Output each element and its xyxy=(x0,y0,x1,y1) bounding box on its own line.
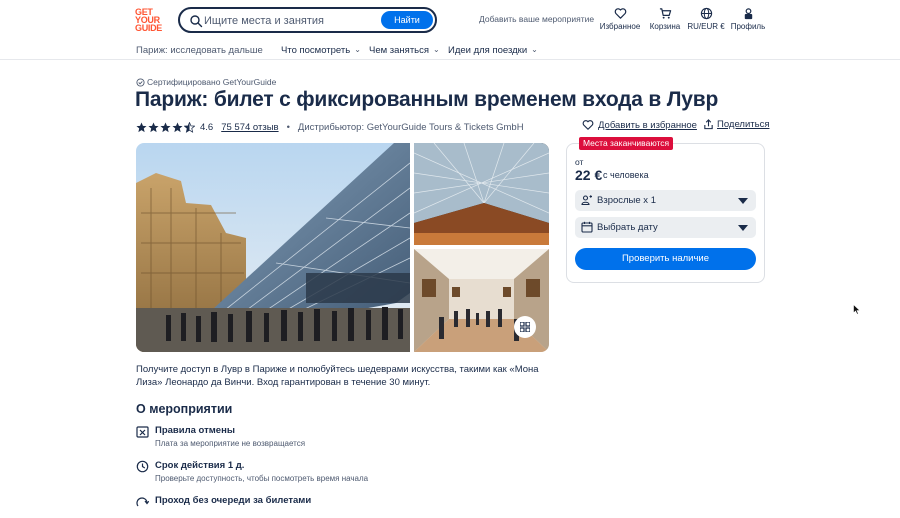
share-button[interactable]: Поделиться xyxy=(703,119,769,130)
grid-icon xyxy=(520,322,530,332)
half-star-icon xyxy=(184,121,195,133)
participants-icon xyxy=(581,195,592,206)
nav-label: Чем заняться xyxy=(369,45,430,56)
star-icon xyxy=(172,121,183,132)
date-value: Выбрать дату xyxy=(597,222,658,233)
page-title: Париж: билет с фиксированным временем вх… xyxy=(135,88,719,111)
calendar-icon xyxy=(581,221,593,233)
rating-row: 4.6 75 574 отзыв • Дистрибьютор: GetYour… xyxy=(136,120,524,134)
add-activity-link[interactable]: Добавить ваше мероприятие xyxy=(479,14,594,24)
globe-icon xyxy=(700,7,712,20)
pyramid-interior-image xyxy=(414,143,549,245)
search-icon xyxy=(190,15,203,28)
breadcrumb[interactable]: Париж: исследовать дальше xyxy=(136,45,263,56)
feature-subtitle: Проверьте доступность, чтобы посмотреть … xyxy=(155,474,369,483)
check-availability-button[interactable]: Проверить наличие xyxy=(575,248,756,270)
feature-title: Правила отмены xyxy=(155,425,235,436)
chevron-down-icon: ⌄ xyxy=(433,45,440,54)
nav-label: Идеи для поездки xyxy=(448,45,528,56)
language-label: RU/EUR € xyxy=(687,22,725,31)
clock-icon xyxy=(136,460,149,473)
caret-down-icon xyxy=(738,225,748,231)
share-icon xyxy=(704,119,713,130)
caret-down-icon xyxy=(738,198,748,204)
share-label: Поделиться xyxy=(717,119,770,130)
sub-navigation: Париж: исследовать дальше Что посмотреть… xyxy=(0,42,900,60)
price-per-person: с человека xyxy=(603,170,649,180)
participants-select[interactable]: Взрослые x 1 xyxy=(575,190,756,211)
add-to-wishlist-button[interactable]: Добавить в избранное xyxy=(582,119,697,131)
price-from-label: от xyxy=(575,157,584,167)
nav-what-to-see[interactable]: Что посмотреть ⌄ xyxy=(281,45,361,56)
star-icon xyxy=(148,121,159,132)
photo-gallery xyxy=(136,143,549,352)
top-header: GET YOUR GUIDE Найти Добавить ваше мероп… xyxy=(0,0,900,40)
separator-dot: • xyxy=(286,121,290,133)
nav-label: Что посмотреть xyxy=(281,45,351,56)
mouse-cursor-icon xyxy=(853,304,861,315)
nav-trip-ideas[interactable]: Идеи для поездки ⌄ xyxy=(448,45,538,56)
favorites-button[interactable]: Избранное xyxy=(598,7,642,31)
profile-button[interactable]: Профиль xyxy=(728,7,768,31)
cart-label: Корзина xyxy=(649,22,681,31)
limited-availability-badge: Места заканчиваются xyxy=(579,137,674,150)
rating-value: 4.6 xyxy=(200,121,214,133)
logo-line-3: GUIDE xyxy=(135,23,163,34)
feature-title: Проход без очереди за билетами xyxy=(155,495,312,506)
skip-line-icon xyxy=(136,497,149,507)
reviews-link[interactable]: 75 574 отзыв xyxy=(221,122,278,133)
louvre-pyramid-photo[interactable] xyxy=(136,143,410,352)
heart-icon xyxy=(614,8,626,19)
activity-description: Получите доступ в Лувр в Париже и полюбу… xyxy=(136,364,539,388)
cancel-icon xyxy=(136,426,149,438)
profile-label: Профиль xyxy=(730,22,766,31)
participants-value: Взрослые x 1 xyxy=(597,195,656,206)
feature-title: Срок действия 1 д. xyxy=(155,460,245,471)
price-value: 22 € xyxy=(575,167,603,183)
cart-icon xyxy=(659,8,671,19)
show-all-photos-button[interactable] xyxy=(514,316,536,338)
certified-label: Сертифицировано GetYourGuide xyxy=(136,77,276,87)
search-button[interactable]: Найти xyxy=(381,11,433,29)
star-icon xyxy=(136,121,147,132)
pyramid-interior-photo[interactable] xyxy=(414,143,549,245)
search-input[interactable] xyxy=(204,12,374,29)
certified-badge-icon xyxy=(136,78,145,87)
chevron-down-icon: ⌄ xyxy=(531,45,538,54)
pyramid-image xyxy=(136,143,410,352)
rating-stars xyxy=(136,121,195,133)
favorites-label: Избранное xyxy=(599,22,641,31)
distributor-text: Дистрибьютор: GetYourGuide Tours & Ticke… xyxy=(297,121,524,133)
nav-things-to-do[interactable]: Чем заняться ⌄ xyxy=(369,45,440,56)
search-bar: Найти xyxy=(178,7,437,33)
getyourguide-logo[interactable]: GET YOUR GUIDE xyxy=(135,7,167,34)
star-icon xyxy=(160,121,171,132)
certified-text: Сертифицировано GetYourGuide xyxy=(147,77,277,87)
about-heading: О мероприятии xyxy=(136,402,233,416)
wishlist-label: Добавить в избранное xyxy=(598,119,697,131)
cart-button[interactable]: Корзина xyxy=(645,7,685,31)
feature-subtitle: Плата за мероприятие не возвращается xyxy=(155,439,306,448)
profile-lock-icon xyxy=(744,8,752,20)
heart-icon xyxy=(582,120,594,130)
chevron-down-icon: ⌄ xyxy=(354,45,361,54)
date-select[interactable]: Выбрать дату xyxy=(575,217,756,238)
language-currency-button[interactable]: RU/EUR € xyxy=(686,7,726,31)
